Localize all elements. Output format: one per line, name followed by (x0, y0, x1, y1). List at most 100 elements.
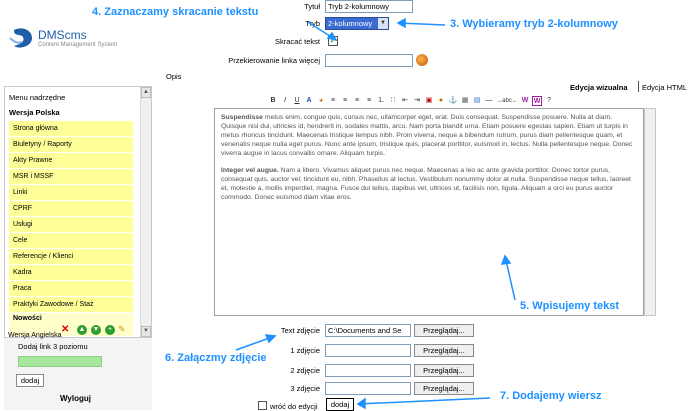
sidebar-item-cele[interactable]: Cele (9, 233, 133, 249)
editor-area[interactable]: Suspendisse metus enim, congue quis, cur… (214, 108, 644, 316)
table-icon[interactable]: ▦ (460, 96, 470, 106)
link-input[interactable] (18, 356, 102, 367)
tab-visual-edit[interactable]: Edycja wizualna (570, 83, 628, 92)
anchor-icon[interactable]: ⚓ (448, 96, 458, 106)
sidebar-item-biuletyny[interactable]: Biuletyny / Raporty (9, 137, 133, 153)
bottom-panel: Wersja Angielska Dodaj link 3 poziomu do… (4, 332, 152, 410)
link-icon[interactable]: ● (436, 96, 446, 106)
delete-icon[interactable]: ✕ (61, 325, 71, 335)
add-row-button[interactable]: dodaj (326, 398, 354, 411)
editor-toolbar: B I U A ◕ ≡ ≡ ≡ ≡ ⒈ ∷ ⇤ ⇥ ▣ ● ⚓ ▦ ▤ — →a… (268, 95, 554, 107)
editor-paragraph-1: Suspendisse metus enim, congue quis, cur… (221, 113, 637, 158)
bold-icon[interactable]: B (268, 96, 278, 106)
help-icon[interactable]: ? (544, 96, 554, 106)
highlight-icon[interactable]: ◕ (316, 96, 326, 106)
chevron-down-icon: ▼ (378, 18, 388, 29)
browse-button-photo2[interactable]: Przeglądaj... (414, 364, 474, 377)
editor-scrollbar[interactable] (644, 108, 656, 316)
editor-para2-text: Nam a libero. Vivamus aliquet purus nec … (221, 167, 631, 201)
annotation-step-6: 6. Załączmy zdjęcie (165, 352, 267, 364)
logo-icon (9, 28, 32, 48)
font-color-icon[interactable]: A (304, 96, 314, 106)
shorten-checkbox[interactable]: ✓ (328, 36, 338, 46)
annotation-step-5: 5. Wpisujemy tekst (520, 300, 620, 312)
logout-link[interactable]: Wyloguj (60, 394, 91, 403)
abc-replace-icon[interactable]: →abc← (496, 96, 518, 106)
indent-icon[interactable]: ⇥ (412, 96, 422, 106)
horizontal-rule-icon[interactable]: — (484, 96, 494, 106)
sidebar-item-praktyki[interactable]: Praktyki Zawodowe / Staż (9, 297, 133, 313)
edit-pencil-icon[interactable]: ✎ (118, 324, 127, 335)
add-sub-icon[interactable]: + (105, 325, 115, 335)
word-clean-icon[interactable]: W (532, 96, 542, 106)
photo3-input[interactable] (325, 382, 411, 395)
sidebar-item-referencje[interactable]: Referencje / Klienci (9, 249, 133, 265)
mode-select-value: 2-kolumnowy (328, 19, 373, 28)
sidebar-item-msr[interactable]: MSR i MSSF (9, 169, 133, 185)
redirect-input[interactable] (325, 54, 413, 67)
align-center-icon[interactable]: ≡ (340, 96, 350, 106)
photo2-label: 2 zdjęcie (290, 366, 320, 375)
globe-icon[interactable] (416, 54, 428, 66)
return-checkbox[interactable] (258, 401, 267, 410)
browse-button-photo1[interactable]: Przeglądaj... (414, 344, 474, 357)
sidebar-item-akty-prawne[interactable]: Akty Prawne (9, 153, 133, 169)
title-label: Tytuł (304, 2, 320, 11)
sidebar-item-linki[interactable]: Linki (9, 185, 133, 201)
browse-button-photo3[interactable]: Przeglądaj... (414, 382, 474, 395)
bullet-list-icon[interactable]: ∷ (388, 96, 398, 106)
outdent-icon[interactable]: ⇤ (400, 96, 410, 106)
arrow-7 (357, 397, 491, 405)
numbered-list-icon[interactable]: ⒈ (376, 96, 386, 106)
title-input[interactable]: Tryb 2-kolumnowy (325, 0, 413, 13)
arrow-3 (397, 22, 446, 26)
photo2-input[interactable] (325, 364, 411, 377)
photo1-input[interactable] (325, 344, 411, 357)
editor-paragraph-2: Integer vel augue. Nam a libero. Vivamus… (221, 166, 637, 202)
photo3-label: 3 zdjęcie (290, 384, 320, 393)
image-icon[interactable]: ▣ (424, 96, 434, 106)
browse-button-text-photo[interactable]: Przeglądaj... (414, 324, 474, 337)
logo-tagline: Content Management System (38, 42, 118, 48)
editor-para1-bold: Suspendisse (221, 114, 263, 121)
align-justify-icon[interactable]: ≡ (364, 96, 374, 106)
sidebar-item-praca[interactable]: Praca (9, 281, 133, 297)
logo-name: DMScms (38, 28, 87, 42)
menu-panel: Menu nadrzędne Wersja Polska Strona głów… (4, 86, 152, 338)
annotation-step-4: 4. Zaznaczamy skracanie tekstu (92, 6, 259, 18)
redirect-label: Przekierowanie linka więcej (228, 56, 320, 65)
tab-html-edit[interactable]: Edycja HTML (642, 83, 687, 92)
add-link-label: Dodaj link 3 poziomu (18, 342, 88, 351)
sidebar-item-strona-glowna[interactable]: Strona główna (9, 121, 133, 137)
table-cells-icon[interactable]: ▤ (472, 96, 482, 106)
menu-scrollbar[interactable]: ▲ ▼ (140, 87, 151, 337)
annotation-step-7: 7. Dodajemy wiersz (500, 390, 602, 402)
italic-icon[interactable]: I (280, 96, 290, 106)
photo-text-input[interactable]: C:\Documents and Se (325, 324, 411, 337)
move-down-icon[interactable]: ▼ (91, 325, 101, 335)
align-left-icon[interactable]: ≡ (328, 96, 338, 106)
sidebar-item-cprf[interactable]: CPRF (9, 201, 133, 217)
mode-label: Tryb (305, 19, 320, 28)
mode-select[interactable]: 2-kolumnowy ▼ (325, 17, 389, 30)
align-right-icon[interactable]: ≡ (352, 96, 362, 106)
scroll-down-button[interactable]: ▼ (141, 326, 151, 337)
tab-divider (638, 81, 639, 92)
editor-para1-text: metus enim, congue quis, cursus nec, ull… (221, 114, 633, 157)
scroll-up-button[interactable]: ▲ (141, 87, 151, 98)
sidebar-item-kadra[interactable]: Kadra (9, 265, 133, 281)
sidebar: DMScms Content Management System Menu na… (0, 0, 160, 410)
sidebar-item-nowosci-label: Nowości (13, 315, 42, 322)
sidebar-item-uslugi[interactable]: Usługi (9, 217, 133, 233)
version-label: Wersja Polska (9, 108, 60, 117)
version-en-label: Wersja Angielska (8, 332, 62, 339)
shorten-label: Skracać tekst (274, 37, 320, 46)
move-up-icon[interactable]: ▲ (77, 325, 87, 335)
menu-parent-label: Menu nadrzędne (9, 93, 66, 102)
word-paste-icon[interactable]: W (520, 96, 530, 106)
editor-para2-bold: Integer vel augue. (221, 167, 279, 174)
annotation-step-3: 3. Wybieramy tryb 2-kolumnowy (450, 18, 618, 30)
add-link-button[interactable]: dodaj (16, 374, 44, 387)
logo: DMScms Content Management System (8, 26, 148, 52)
underline-icon[interactable]: U (292, 96, 302, 106)
